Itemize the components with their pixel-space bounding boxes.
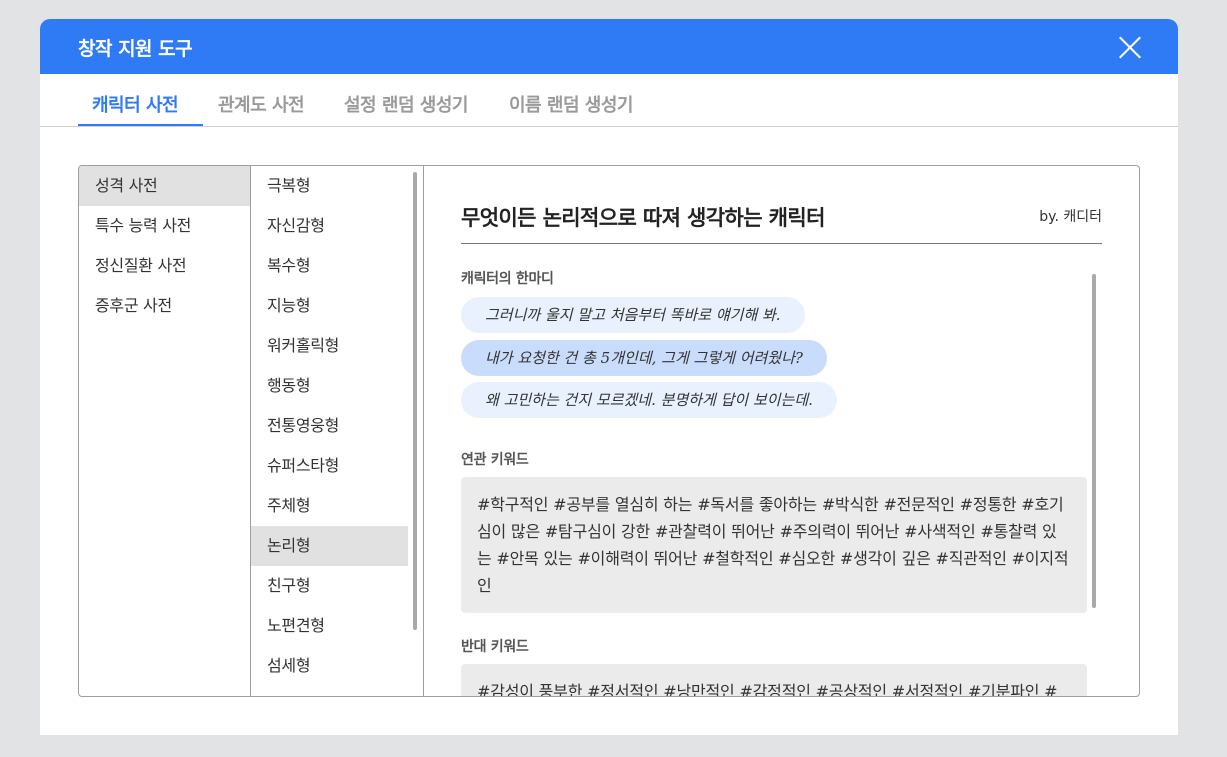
tab-setting-generator[interactable]: 설정 랜덤 생성기 xyxy=(344,91,468,117)
character-detail: 무엇이든 논리적으로 따져 생각하는 캐릭터 by. 캐디터 캐릭터의 한마디 … xyxy=(424,166,1139,696)
type-item[interactable]: 복수형 xyxy=(251,246,408,286)
type-item-selected[interactable]: 논리형 xyxy=(251,526,408,566)
type-item[interactable]: 전통영웅형 xyxy=(251,406,408,446)
creative-tool-dialog: 창작 지원 도구 캐릭터 사전 관계도 사전 설정 랜덤 생성기 이름 랜덤 생… xyxy=(40,19,1178,735)
quote-bubble: 왜 고민하는 건지 모르겠네. 분명하게 답이 보이는데. xyxy=(461,382,837,418)
tab-character-dictionary[interactable]: 캐릭터 사전 xyxy=(92,91,179,117)
opposite-keywords-box: #감성이 풍부한 #정서적인 #낭만적인 #감정적인 #공상적인 #서정적인 #… xyxy=(461,664,1087,696)
type-item[interactable]: 지능형 xyxy=(251,286,408,326)
category-mental-illness[interactable]: 정신질환 사전 xyxy=(79,246,250,286)
tab-name-generator[interactable]: 이름 랜덤 생성기 xyxy=(509,91,633,117)
title-divider xyxy=(461,243,1102,244)
category-syndrome[interactable]: 증후군 사전 xyxy=(79,286,250,326)
type-item[interactable]: 행동형 xyxy=(251,366,408,406)
detail-scrollbar[interactable] xyxy=(1092,274,1096,608)
type-item[interactable]: 섬세형 xyxy=(251,646,408,686)
type-item[interactable]: 주체형 xyxy=(251,486,408,526)
character-title: 무엇이든 논리적으로 따져 생각하는 캐릭터 xyxy=(461,206,825,230)
type-list: 극복형 자신감형 복수형 지능형 워커홀릭형 행동형 전통영웅형 슈퍼스타형 주… xyxy=(251,166,424,696)
category-personality[interactable]: 성격 사전 xyxy=(79,166,250,206)
quote-bubble-highlighted: 내가 요청한 건 총 5개인데, 그게 그렇게 어려웠나? xyxy=(461,340,827,376)
quotes-label: 캐릭터의 한마디 xyxy=(461,271,554,287)
related-keywords-label: 연관 키워드 xyxy=(461,452,529,468)
window-title: 창작 지원 도구 xyxy=(78,38,193,60)
tab-relationship-dictionary[interactable]: 관계도 사전 xyxy=(218,91,305,117)
active-tab-indicator xyxy=(78,124,203,126)
type-list-scrollbar[interactable] xyxy=(413,172,417,630)
type-item[interactable]: 극복형 xyxy=(251,166,408,206)
type-item[interactable]: 워커홀릭형 xyxy=(251,326,408,366)
opposite-keywords-label: 반대 키워드 xyxy=(461,639,529,655)
tab-bar: 캐릭터 사전 관계도 사전 설정 랜덤 생성기 이름 랜덤 생성기 xyxy=(40,74,1178,127)
close-icon[interactable] xyxy=(1118,35,1142,59)
type-item[interactable]: 슈퍼스타형 xyxy=(251,446,408,486)
type-item[interactable]: 자신감형 xyxy=(251,206,408,246)
type-item[interactable]: 친구형 xyxy=(251,566,408,606)
quote-bubble: 그러니까 울지 말고 처음부터 똑바로 얘기해 봐. xyxy=(461,297,805,333)
category-special-ability[interactable]: 특수 능력 사전 xyxy=(79,206,250,246)
category-list: 성격 사전 특수 능력 사전 정신질환 사전 증후군 사전 xyxy=(79,166,251,696)
type-item[interactable]: 노편견형 xyxy=(251,606,408,646)
author-credit: by. 캐디터 xyxy=(1039,209,1102,225)
title-bar: 창작 지원 도구 xyxy=(40,19,1178,74)
related-keywords-box: #학구적인 #공부를 열심히 하는 #독서를 좋아하는 #박식한 #전문적인 #… xyxy=(461,477,1087,613)
dictionary-panel: 성격 사전 특수 능력 사전 정신질환 사전 증후군 사전 극복형 자신감형 복… xyxy=(78,165,1140,697)
